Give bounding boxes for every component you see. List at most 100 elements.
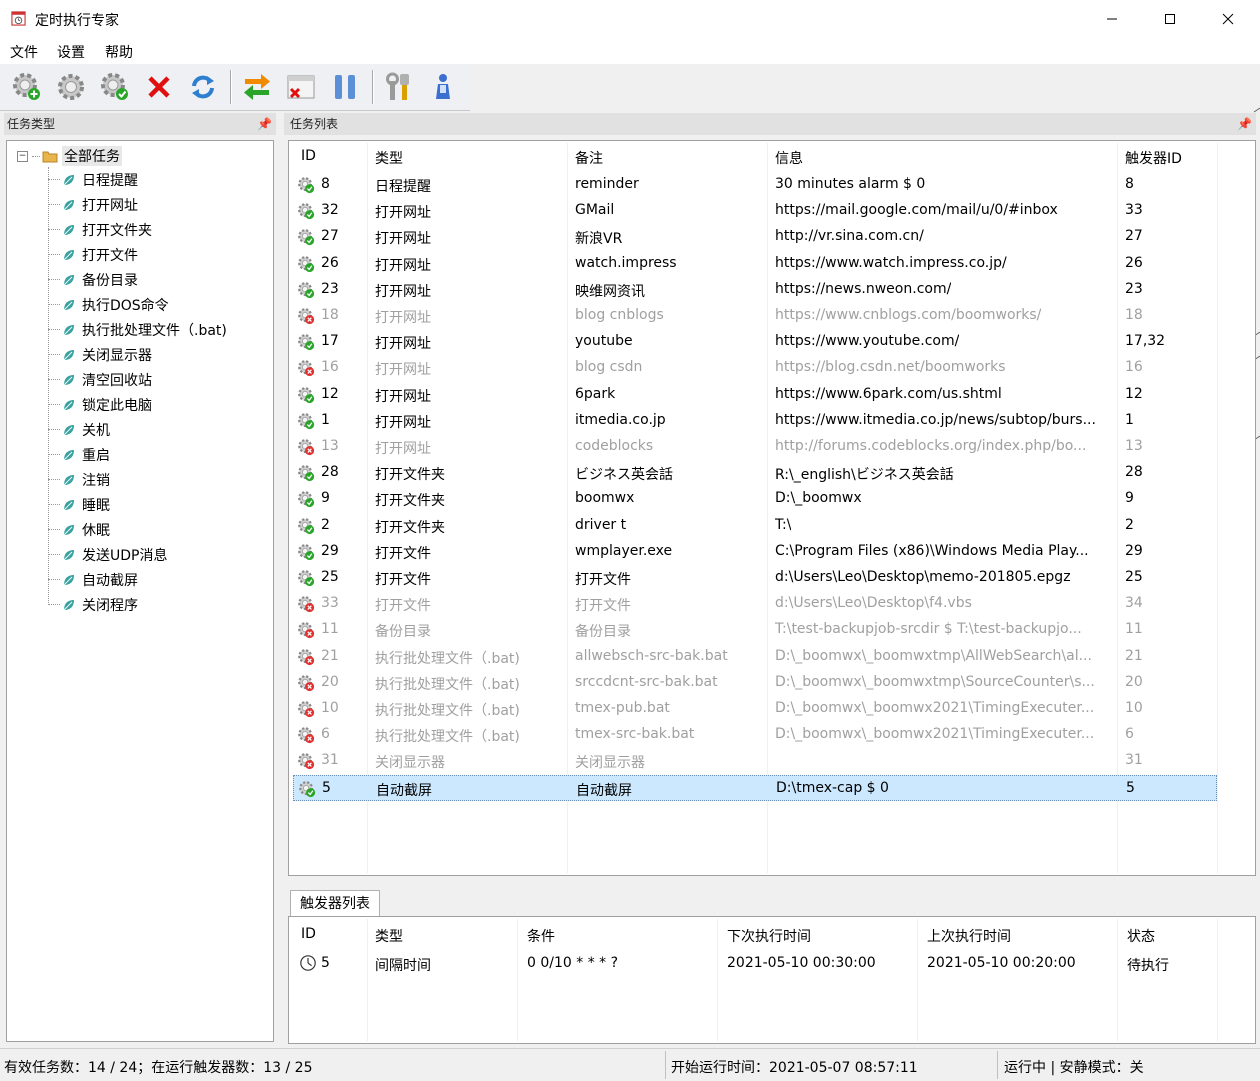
delete-task-button[interactable]: [142, 70, 176, 104]
tab-trigger-list[interactable]: 触发器列表: [290, 890, 380, 917]
table-row[interactable]: 6 执行批处理文件（.bat) tmex-src-bak.bat D:\_boomwx…: [293, 722, 1217, 748]
tree-item[interactable]: 自动截屏: [48, 567, 138, 592]
task-id: 33: [321, 595, 339, 612]
col-header-info[interactable]: 信息: [775, 148, 803, 168]
refresh-icon: [192, 75, 214, 99]
tree-item[interactable]: 关闭程序: [48, 592, 138, 617]
tree-item[interactable]: 备份目录: [48, 267, 138, 292]
table-row[interactable]: 27 打开网址 新浪VR http://vr.sina.com.cn/27: [293, 224, 1217, 250]
tree-item[interactable]: 关机: [48, 417, 110, 442]
task-disabled-icon: [298, 596, 315, 613]
task-disabled-icon: [298, 648, 315, 665]
task-note: 备份目录: [575, 624, 631, 641]
enable-task-button[interactable]: [98, 70, 132, 104]
user-button[interactable]: [426, 70, 460, 104]
task-type: 执行批处理文件（.bat): [375, 729, 520, 746]
col-header-note[interactable]: 备注: [575, 148, 603, 168]
tree-item[interactable]: 睡眠: [48, 492, 110, 517]
col-header-type[interactable]: 类型: [375, 148, 403, 168]
table-row[interactable]: 20 执行批处理文件（.bat) srccdcnt-src-bak.bat D:\_b…: [293, 670, 1217, 696]
task-type: 打开网址: [375, 283, 431, 300]
col-header-id[interactable]: ID: [301, 148, 316, 164]
task-trigger: 12: [1125, 385, 1143, 402]
refresh-button[interactable]: [186, 70, 220, 104]
menu-settings[interactable]: 设置: [57, 42, 85, 62]
pause-button[interactable]: [328, 70, 362, 104]
task-trigger: 33: [1125, 202, 1143, 219]
tree-item[interactable]: 执行批处理文件（.bat): [48, 317, 227, 342]
tree-root-all-tasks[interactable]: − 全部任务: [17, 145, 122, 167]
pin-icon[interactable]: 📌: [1237, 113, 1252, 135]
swap-button[interactable]: [240, 70, 274, 104]
tree-item[interactable]: 打开网址: [48, 192, 138, 217]
trig-col-last-time[interactable]: 上次执行时间: [927, 926, 1011, 946]
task-note: youtube: [575, 333, 633, 350]
tree-item[interactable]: 执行DOS命令: [48, 292, 169, 317]
tree-collapse-icon[interactable]: −: [17, 150, 28, 162]
task-trigger: 8: [1125, 176, 1134, 192]
close-button[interactable]: [1199, 0, 1257, 38]
table-row[interactable]: 13 打开网址 codeblocks http://forums.codeblocks…: [293, 434, 1217, 460]
task-type: 打开网址: [375, 441, 431, 457]
menu-file[interactable]: 文件: [10, 42, 38, 62]
table-row[interactable]: 2 打开文件夹 driver t T:\ 2: [293, 513, 1217, 539]
table-row[interactable]: 28 打开文件夹 ビジネス英会話 R:\_english\ビジネス英会話 28: [293, 460, 1217, 486]
trigger-row[interactable]: 5 间隔时间 0 0/10 * * * ? 2021-05-10 00:30:0…: [293, 951, 1217, 977]
menu-help[interactable]: 帮助: [105, 42, 133, 62]
table-row[interactable]: 26 打开网址 watch.impress https://www.watch.imp…: [293, 251, 1217, 277]
col-header-trigger-id[interactable]: 触发器ID: [1125, 148, 1182, 168]
tree-item[interactable]: 打开文件夹: [48, 217, 152, 242]
task-disabled-icon: [298, 308, 315, 325]
tree-item[interactable]: 日程提醒: [48, 167, 138, 192]
table-row[interactable]: 32 打开网址 GMail https://mail.google.com/mail/…: [293, 198, 1217, 224]
task-type: 打开网址: [375, 310, 431, 326]
tools-button[interactable]: [382, 70, 416, 104]
table-row[interactable]: 16 打开网址 blog csdn https://blog.csdn.net/boo…: [293, 355, 1217, 381]
table-row[interactable]: 8 日程提醒 reminder 30 minutes alarm $ 0 8: [293, 172, 1217, 198]
task-enabled-icon: [298, 229, 315, 246]
maximize-button[interactable]: [1141, 0, 1199, 38]
trig-col-condition[interactable]: 条件: [527, 926, 555, 946]
task-type: 打开网址: [375, 336, 431, 353]
table-row[interactable]: 17 打开网址 youtube https://www.youtube.com/17,…: [293, 329, 1217, 355]
trig-col-id[interactable]: ID: [301, 926, 316, 942]
tree-root-label: 全部任务: [62, 146, 122, 166]
table-row[interactable]: 33 打开文件 打开文件 d:\Users\Leo\Desktop\f4.vbs 34: [293, 591, 1217, 617]
tree-item[interactable]: 注销: [48, 467, 110, 492]
table-row[interactable]: 9 打开文件夹 boomwx D:\_boomwx 9: [293, 486, 1217, 512]
disable-window-button[interactable]: [284, 70, 318, 104]
table-row[interactable]: 18 打开网址 blog cnblogs https://www.cnblogs.co…: [293, 303, 1217, 329]
task-id: 20: [321, 673, 339, 690]
table-row[interactable]: 11 备份目录 备份目录 T:\test-backupjob-srcdir $ T:\…: [293, 617, 1217, 643]
table-row[interactable]: 21 执行批处理文件（.bat) allwebsch-src-bak.bat D:\_…: [293, 644, 1217, 670]
task-note: 打开文件: [575, 572, 631, 588]
table-row[interactable]: 25 打开文件 打开文件 d:\Users\Leo\Desktop\memo-2018…: [293, 565, 1217, 591]
status-start-time: 开始运行时间：2021-05-07 08:57:11: [671, 1060, 918, 1076]
task-trigger: 9: [1125, 490, 1134, 507]
trig-col-next-time[interactable]: 下次执行时间: [727, 926, 811, 946]
tree-item[interactable]: 重启: [48, 442, 110, 467]
task-type-leaf-icon: [63, 224, 74, 235]
tree-item-label: 锁定此电脑: [82, 397, 152, 414]
table-row[interactable]: 29 打开文件 wmplayer.exe C:\Program Files (x86)…: [293, 539, 1217, 565]
task-enabled-icon: [298, 281, 315, 298]
trig-col-status[interactable]: 状态: [1127, 926, 1155, 946]
table-row[interactable]: 10 执行批处理文件（.bat) tmex-pub.bat D:\_boomwx\_b…: [293, 696, 1217, 722]
pin-icon[interactable]: 📌: [257, 113, 272, 135]
edit-task-button[interactable]: [54, 70, 88, 104]
table-row[interactable]: 5 自动截屏 自动截屏 D:\tmex-cap $ 0 5: [293, 774, 1217, 801]
table-row[interactable]: 31 关闭显示器 关闭显示器 31: [293, 748, 1217, 774]
tree-item[interactable]: 锁定此电脑: [48, 392, 152, 417]
tree-item[interactable]: 发送UDP消息: [48, 542, 167, 567]
tree-item[interactable]: 休眠: [48, 517, 110, 542]
add-task-button[interactable]: [10, 70, 44, 104]
table-row[interactable]: 1 打开网址 itmedia.co.jp https://www.itmedia.co…: [293, 408, 1217, 434]
minimize-button[interactable]: [1083, 0, 1141, 38]
task-note: allwebsch-src-bak.bat: [575, 647, 728, 664]
trig-col-type[interactable]: 类型: [375, 926, 403, 946]
tree-item[interactable]: 打开文件: [48, 242, 138, 267]
tree-item[interactable]: 清空回收站: [48, 367, 152, 392]
table-row[interactable]: 23 打开网址 映维网资讯 https://news.nweon.com/23: [293, 277, 1217, 303]
tree-item[interactable]: 关闭显示器: [48, 342, 152, 367]
table-row[interactable]: 12 打开网址 6park https://www.6park.com/us.shtm…: [293, 382, 1217, 408]
